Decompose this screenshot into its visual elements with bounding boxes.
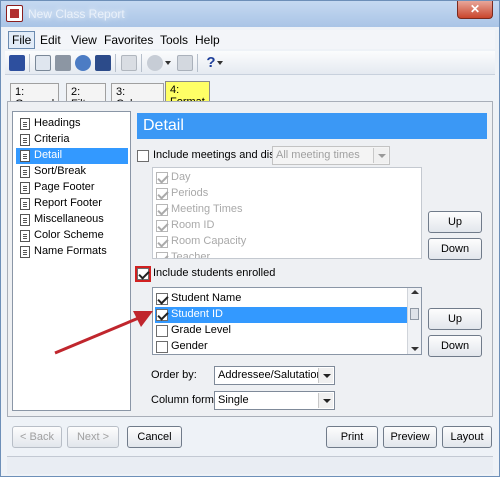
document-icon	[20, 166, 30, 178]
meetings-down-button[interactable]: Down	[428, 238, 482, 260]
edit-icon	[177, 55, 193, 71]
menu-edit[interactable]: Edit	[37, 32, 64, 48]
column-format-select[interactable]: Single	[214, 391, 335, 410]
delete-icon	[121, 55, 137, 71]
meetings-up-button[interactable]: Up	[428, 211, 482, 233]
menu-help[interactable]: Help	[192, 32, 223, 48]
meetings-display-select[interactable]: All meeting times	[272, 146, 390, 165]
print-button[interactable]: Print	[326, 426, 378, 448]
menu-view[interactable]: View	[68, 32, 100, 48]
chevron-down-icon	[373, 148, 388, 163]
list-item[interactable]: Student Name	[155, 291, 409, 307]
order-by-label: Order by:	[151, 369, 197, 381]
list-item: Room Capacity	[155, 234, 409, 250]
checkbox	[156, 236, 168, 248]
scroll-thumb[interactable]	[410, 308, 419, 320]
meetings-list: Day Periods Meeting Times Room ID Room C…	[152, 167, 422, 259]
next-button[interactable]: Next >	[67, 426, 119, 448]
document-icon	[20, 198, 30, 210]
annotation-arrow	[54, 311, 153, 355]
list-item[interactable]: Sort/Break	[16, 164, 128, 180]
status-bar	[7, 456, 493, 474]
web-icon[interactable]	[75, 55, 91, 71]
panel-title: Detail	[137, 113, 487, 139]
toolbar: ?	[5, 51, 495, 75]
menu-favorites[interactable]: Favorites	[101, 32, 156, 48]
back-button[interactable]: < Back	[12, 426, 62, 448]
tab-general[interactable]: 1: General	[10, 83, 60, 110]
menu-bar: File Edit View Favorites Tools Help	[5, 30, 495, 49]
checkbox	[156, 188, 168, 200]
toolbar-separator	[141, 54, 142, 72]
menu-file[interactable]: File	[8, 31, 36, 49]
chevron-up-icon[interactable]	[411, 290, 419, 294]
list-item[interactable]: Criteria	[16, 132, 128, 148]
list-item[interactable]: Grade Level	[155, 323, 409, 339]
menu-tools[interactable]: Tools	[157, 32, 191, 48]
layout-button[interactable]: Layout	[442, 426, 492, 448]
tab-filters[interactable]: 2: Filters	[66, 83, 106, 110]
preview-button[interactable]: Preview	[383, 426, 437, 448]
list-item[interactable]: Gender	[155, 339, 409, 354]
app-icon	[6, 5, 23, 22]
print-icon[interactable]	[55, 55, 71, 71]
chevron-down-icon[interactable]	[411, 347, 419, 351]
list-item: Room ID	[155, 218, 409, 234]
list-item[interactable]: Page Footer	[16, 180, 128, 196]
document-icon	[20, 230, 30, 242]
document-icon	[20, 118, 30, 130]
cancel-button[interactable]: Cancel	[127, 426, 182, 448]
checkbox	[156, 220, 168, 232]
toolbar-separator	[29, 54, 30, 72]
students-up-button[interactable]: Up	[428, 308, 482, 330]
print-preview-icon[interactable]	[35, 55, 51, 71]
list-item[interactable]: Report Footer	[16, 196, 128, 212]
list-item[interactable]: Detail	[16, 148, 128, 164]
list-item: Periods	[155, 186, 409, 202]
list-item: Day	[155, 170, 409, 186]
list-item: Teacher	[155, 250, 409, 258]
title-bar: New Class Report ✕	[1, 1, 499, 27]
students-list: Student Name Student ID Grade Level Gend…	[152, 287, 422, 355]
include-students-label: Include students enrolled	[153, 267, 276, 279]
include-students-checkbox[interactable]	[137, 268, 149, 280]
toolbar-separator	[115, 54, 116, 72]
close-button[interactable]: ✕	[457, 1, 493, 19]
checkbox	[156, 252, 168, 258]
list-item[interactable]: Name Formats	[16, 244, 128, 260]
tab-columns[interactable]: 3: Columns	[111, 83, 165, 110]
settings-icon[interactable]	[147, 55, 163, 71]
document-icon	[20, 182, 30, 194]
report-window: New Class Report ✕ File Edit View Favori…	[0, 0, 500, 477]
chevron-down-icon	[318, 393, 333, 408]
students-down-button[interactable]: Down	[428, 335, 482, 357]
list-item[interactable]: Headings	[16, 116, 128, 132]
tab-format[interactable]: 4: Format	[165, 81, 210, 108]
students-scrollbar[interactable]	[407, 288, 421, 354]
chevron-down-icon[interactable]	[217, 61, 223, 65]
document-icon	[20, 134, 30, 146]
arrow-line	[54, 315, 142, 355]
order-by-select[interactable]: Addressee/Salutation	[214, 366, 335, 385]
list-item[interactable]: Miscellaneous	[16, 212, 128, 228]
list-item[interactable]: Student ID	[155, 307, 409, 323]
window-title: New Class Report	[28, 7, 125, 21]
document-icon	[20, 246, 30, 258]
include-meetings-checkbox[interactable]	[137, 150, 149, 162]
chevron-down-icon[interactable]	[165, 61, 171, 65]
list-item[interactable]: Color Scheme	[16, 228, 128, 244]
toolbar-separator	[197, 54, 198, 72]
export-icon[interactable]	[95, 55, 111, 71]
list-item: Meeting Times	[155, 202, 409, 218]
checkbox	[156, 204, 168, 216]
checkbox	[156, 172, 168, 184]
chevron-down-icon	[318, 368, 333, 383]
document-icon	[20, 214, 30, 226]
document-icon	[20, 150, 30, 162]
save-icon[interactable]	[9, 55, 25, 71]
